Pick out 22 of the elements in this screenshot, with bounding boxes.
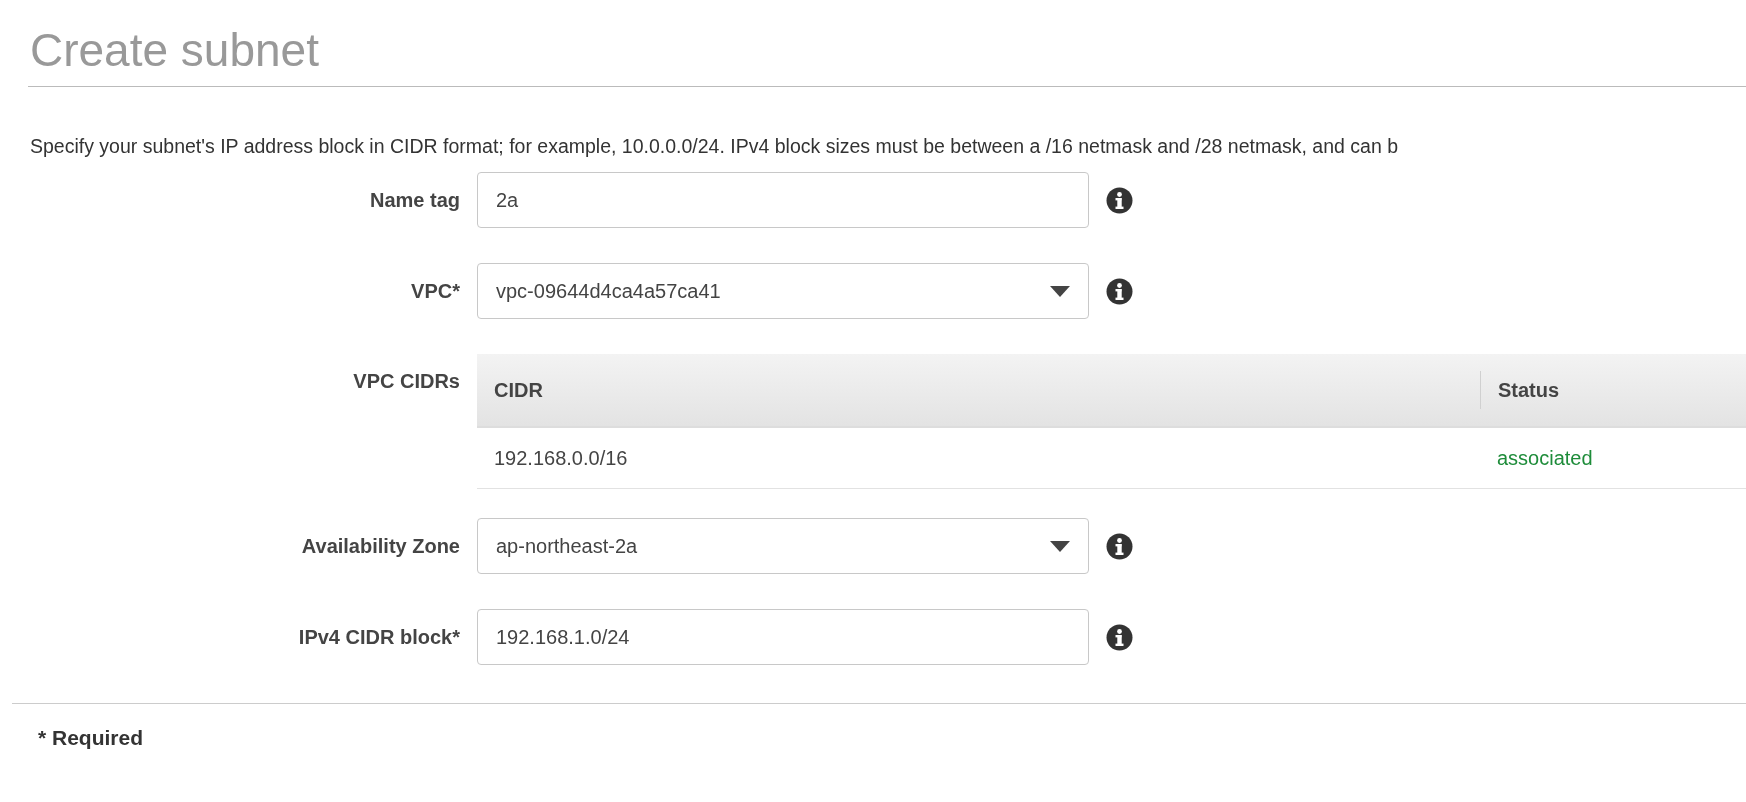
- table-cell-text: associated: [1496, 446, 1593, 470]
- info-icon[interactable]: [1106, 532, 1133, 560]
- info-icon[interactable]: [1106, 623, 1133, 651]
- caret-icon: [1050, 285, 1070, 297]
- field-label: VPC CIDRs: [352, 369, 461, 393]
- column-header: CIDR: [493, 378, 544, 402]
- field-label: Name tag: [368, 188, 461, 212]
- caret-icon: [1050, 540, 1070, 552]
- description-text: Specify your subnet's IP address block in CIDR format; for example, 10.0.0.0/24. IPv4 block sizes must be between a /16 netmask and /28 netmask, and can b: [30, 135, 1399, 158]
- dropdown[interactable]: vpc-09644d4ca4a57ca41: [477, 263, 1089, 319]
- field-label: Availability Zone: [300, 534, 461, 558]
- info-icon[interactable]: [1106, 186, 1133, 214]
- text-field[interactable]: 192.168.1.0/24: [477, 609, 1089, 665]
- page-title: Create subnet: [29, 23, 320, 78]
- table-cell-text: 192.168.0.0/16: [493, 446, 629, 470]
- column-header: Status: [1480, 371, 1560, 409]
- required-note: * Required: [38, 726, 145, 750]
- field-label: VPC*: [410, 279, 461, 303]
- info-icon[interactable]: [1106, 277, 1133, 305]
- dropdown[interactable]: ap-northeast-2a: [477, 518, 1089, 574]
- field-label: IPv4 CIDR block*: [297, 625, 461, 649]
- text-field[interactable]: 2a: [477, 172, 1089, 228]
